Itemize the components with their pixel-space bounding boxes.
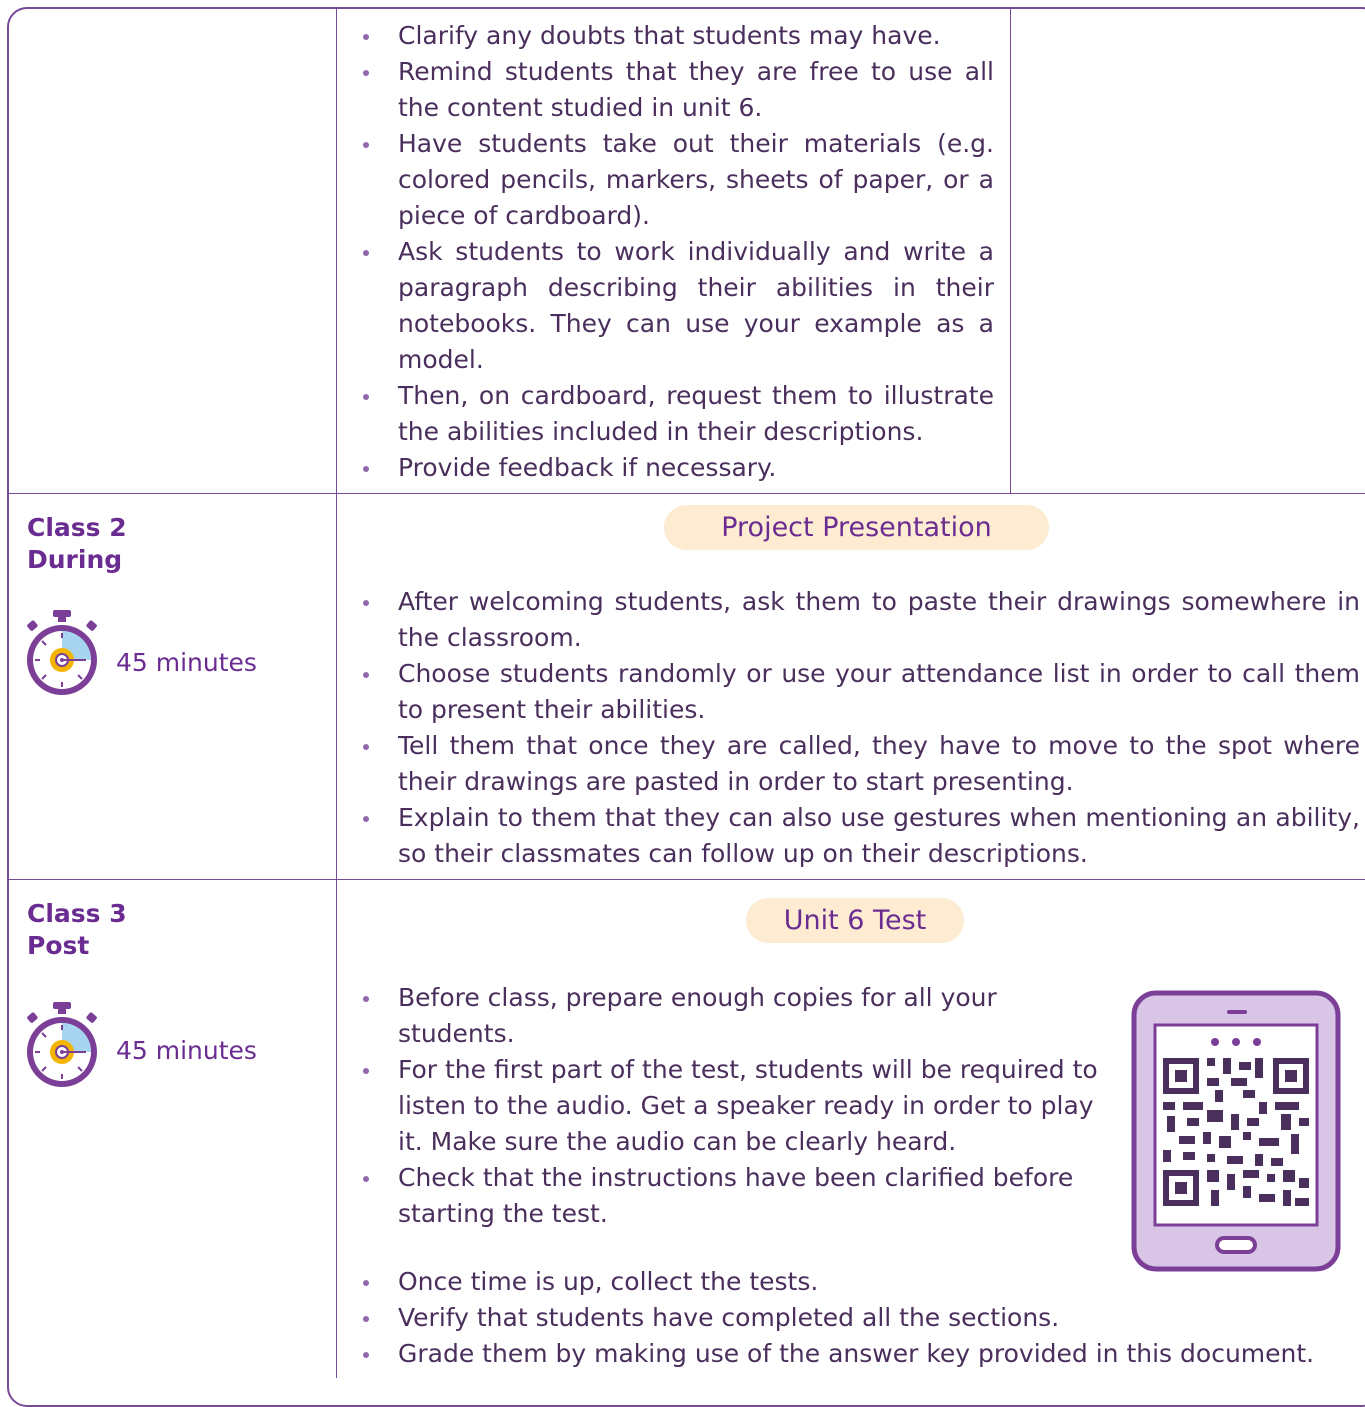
list-item: Have students take out their materials (… [363, 126, 994, 234]
class2-label: Class 2 During [27, 512, 127, 576]
list-item: Explain to them that they can also use g… [363, 800, 1360, 872]
list-item: Choose students randomly or use your att… [363, 656, 1360, 728]
list-item: Check that the instructions have been cl… [363, 1160, 1108, 1232]
list-item: Ask students to work individually and wr… [363, 234, 994, 378]
class-stage: During [27, 545, 123, 574]
list-item: Then, on cardboard, request them to illu… [363, 378, 994, 450]
list-item: For the first part of the test, students… [363, 1052, 1108, 1160]
list-item: Clarify any doubts that students may hav… [363, 18, 994, 54]
class3-label: Class 3 Post [27, 898, 127, 962]
list-item: Before class, prepare enough copies for … [363, 980, 1108, 1052]
row1-right-divider [1010, 7, 1011, 493]
class-number: Class 2 [27, 513, 127, 542]
tablet-qr-code-icon [1131, 990, 1341, 1272]
section-heading-pill: Unit 6 Test [746, 898, 964, 943]
row3-bullet-list: Before class, prepare enough copies for … [363, 980, 1108, 1232]
list-item: Tell them that once they are called, the… [363, 728, 1360, 800]
class-number: Class 3 [27, 899, 127, 928]
row3-bullet-list-cont: Once time is up, collect the tests. Veri… [363, 1264, 1360, 1372]
list-item: After welcoming students, ask them to pa… [363, 584, 1360, 656]
duration-label: 45 minutes [116, 1036, 257, 1065]
list-item: Provide feedback if necessary. [363, 450, 994, 486]
list-item: Grade them by making use of the answer k… [363, 1336, 1360, 1372]
row2-bullet-list: After welcoming students, ask them to pa… [363, 584, 1360, 872]
stopwatch-icon [27, 1002, 97, 1087]
list-item: Verify that students have completed all … [363, 1300, 1360, 1336]
section-heading: Project Presentation [721, 512, 992, 543]
section-heading: Unit 6 Test [783, 905, 927, 936]
section-heading-pill: Project Presentation [664, 505, 1049, 550]
duration-label: 45 minutes [116, 648, 257, 677]
lesson-plan-page: Clarify any doubts that students may hav… [0, 0, 1365, 1407]
stopwatch-icon [27, 610, 97, 695]
list-item: Remind students that they are free to us… [363, 54, 994, 126]
row1-bullet-list: Clarify any doubts that students may hav… [363, 18, 994, 486]
class-stage: Post [27, 931, 90, 960]
